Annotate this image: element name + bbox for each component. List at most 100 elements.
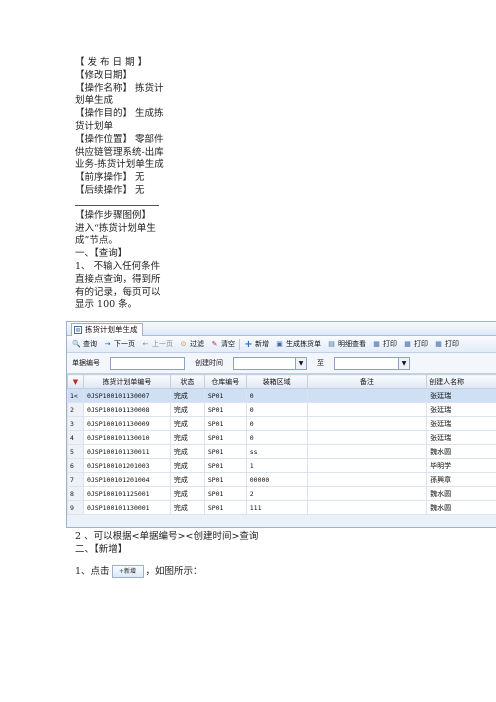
tab-picking-plan[interactable]: 拣货计划单生成 (71, 323, 143, 336)
cell: 张廷瑞 (426, 416, 496, 431)
print-icon: ▦ (404, 339, 411, 348)
row-index: 7 (67, 472, 84, 487)
to-label: 至 (317, 359, 324, 367)
cell: 完成 (169, 486, 205, 501)
print-icon: ▦ (373, 339, 380, 348)
cell: 张廷瑞 (426, 388, 496, 403)
operation-location-line: 【操作位置】 零部件供应链管理系统-出库业务-拣货计划单生成 (75, 133, 164, 171)
table-row[interactable]: 8 0JSP100101125001 完成 SP01 2 魏水圆 (67, 486, 496, 501)
add-label: 新增 (255, 340, 269, 348)
publish-date-line: 【 发 布 日 期 】 (75, 57, 148, 68)
prev-page-label: 上一页 (152, 340, 173, 348)
cell: 0JSP100101130010 (82, 430, 171, 445)
add-step-suffix: ，如图所示： (145, 566, 203, 577)
print-button-1[interactable]: ▦ 打印 (369, 337, 400, 351)
print-label: 打印 (414, 340, 428, 348)
cell: 0 (245, 388, 308, 403)
row-index: 5 (67, 444, 84, 459)
query-button[interactable]: 🔍 查询 (69, 337, 100, 351)
cell: 完成 (169, 500, 205, 515)
print-icon: ▦ (435, 339, 442, 348)
print-button-2[interactable]: ▦ 打印 (400, 337, 431, 351)
cell: ss (245, 444, 308, 459)
divider (75, 204, 159, 206)
doc-no-input[interactable] (110, 356, 185, 370)
funnel-icon: ▼ (72, 377, 79, 386)
cell: 毕明学 (426, 458, 496, 473)
column-header[interactable]: 装箱区域 (245, 374, 308, 389)
table-row[interactable]: 2 0JSP100101130008 完成 SP01 0 张廷瑞 (67, 402, 496, 417)
print-button-3[interactable]: ▦ 打印 (431, 337, 462, 351)
cell: 0JSP100101130007 (82, 388, 171, 403)
column-filter-header[interactable]: ▼ (67, 374, 84, 389)
print-label: 打印 (383, 340, 397, 348)
print-label: 打印 (445, 340, 459, 348)
cell: 0JSP100101130009 (82, 416, 171, 431)
table-row[interactable]: 4 0JSP100101130010 完成 SP01 0 张廷瑞 (67, 430, 496, 445)
cell: 0 (245, 416, 308, 431)
cell: SP01 (203, 486, 247, 501)
document-icon (74, 326, 82, 334)
cell: 张廷瑞 (426, 402, 496, 417)
generate-picking-list-button[interactable]: ▣ 生成拣货单 (272, 337, 324, 351)
clear-icon: ✎ (211, 339, 218, 348)
cell: 0 (245, 402, 308, 417)
column-header[interactable]: 创建人名称 (426, 374, 496, 389)
cell: 0JSP100101130008 (82, 402, 171, 417)
cell: 0JSP100101201004 (82, 472, 171, 487)
detail-view-button[interactable]: ▤ 明细查看 (324, 337, 369, 351)
cell: 0 (245, 430, 308, 445)
toolbar: 🔍 查询 → 下一页 ← 上一页 ⊙ 过滤 ✎ 清空 + 新增 ▣ 生成拣货单 (67, 336, 496, 353)
row-index: 1< (67, 388, 84, 403)
cell: 魏水圆 (426, 486, 496, 501)
filter-button[interactable]: ⊙ 过滤 (176, 337, 207, 351)
cell: 0JSP100101201003 (82, 458, 171, 473)
cell: 0JSP100101130011 (82, 444, 171, 459)
column-header[interactable]: 备注 (306, 374, 428, 389)
query-section-heading: 一、【查询】 (75, 248, 128, 260)
cell: 111 (245, 500, 308, 515)
cell: SP01 (203, 416, 247, 431)
create-time-start-select[interactable]: ▼ (233, 356, 307, 370)
cell (306, 444, 428, 459)
table-row[interactable]: 1< 0JSP100101130007 完成 SP01 0 张廷瑞 (67, 388, 496, 403)
prev-page-button[interactable]: ← 上一页 (138, 337, 176, 351)
picking-plan-table: ▼ 拣货计划单编号 状态 仓库编号 装箱区域 备注 创建人名称 1< 0JSP1… (67, 374, 496, 515)
cell: SP01 (203, 458, 247, 473)
generate-icon: ▣ (276, 339, 283, 348)
cell: SP01 (203, 472, 247, 487)
cell: SP01 (203, 500, 247, 515)
table-row[interactable]: 6 0JSP100101201003 完成 SP01 1 毕明学 (67, 458, 496, 473)
query-label: 查询 (83, 340, 97, 348)
table-row[interactable]: 7 0JSP100101201004 完成 SP01 00000 孫興章 (67, 472, 496, 487)
cell: 完成 (169, 416, 205, 431)
row-index: 8 (67, 486, 84, 501)
cell (306, 486, 428, 501)
create-time-label: 创建时间 (195, 359, 223, 367)
column-header[interactable]: 仓库编号 (203, 374, 247, 389)
table-row[interactable]: 5 0JSP100101130011 完成 SP01 ss 魏水圆 (67, 444, 496, 459)
table-row[interactable]: 9 0JSP100101130001 完成 SP01 111 魏水圆 (67, 500, 496, 515)
next-page-button[interactable]: → 下一页 (100, 337, 138, 351)
app-screenshot: 拣货计划单生成 🔍 查询 → 下一页 ← 上一页 ⊙ 过滤 ✎ 清空 + 新增 (66, 321, 496, 528)
detail-icon: ▤ (328, 339, 335, 348)
cell: SP01 (203, 402, 247, 417)
next-page-icon: → (104, 339, 111, 348)
clear-button[interactable]: ✎ 清空 (207, 337, 238, 351)
column-header[interactable]: 拣货计划单编号 (82, 374, 171, 389)
add-icon: + (244, 338, 253, 350)
cell (306, 458, 428, 473)
add-button-image: +新增 (111, 565, 144, 578)
clear-label: 清空 (221, 340, 235, 348)
create-time-end-select[interactable]: ▼ (334, 356, 410, 370)
operation-name-line: 【操作名称】 拣货计划单生成 (75, 82, 164, 107)
cell (306, 402, 428, 417)
add-button[interactable]: + 新增 (241, 337, 272, 351)
cell: 完成 (169, 388, 205, 403)
title-bar: 拣货计划单生成 (67, 322, 496, 336)
cell: 魏水圆 (426, 500, 496, 515)
query-step-2-text: 2 、可以根据<单据编号><创建时间>查询 (75, 531, 259, 542)
add-button-image-label: 新增 (124, 568, 137, 575)
column-header[interactable]: 状态 (169, 374, 205, 389)
table-row[interactable]: 3 0JSP100101130009 完成 SP01 0 张廷瑞 (67, 416, 496, 431)
